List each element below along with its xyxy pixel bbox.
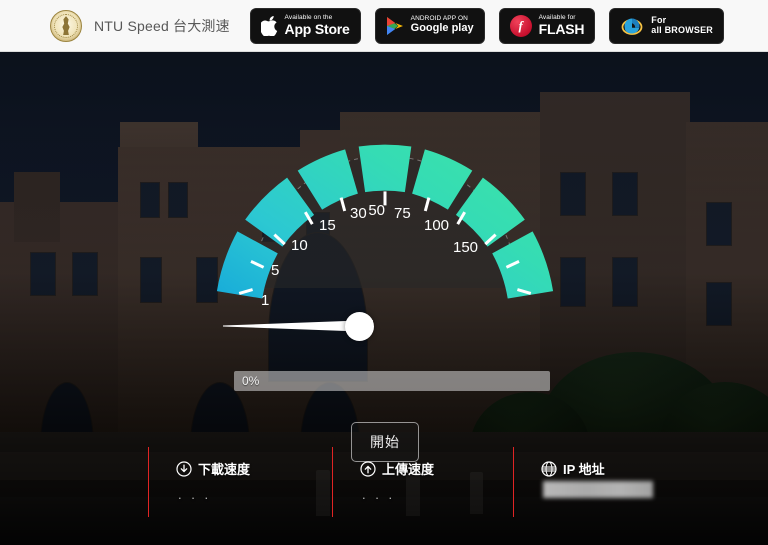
speed-gauge: 1 5 10 15 30 50 75 100 150 <box>195 70 575 330</box>
gauge-tick-label: 75 <box>394 205 411 222</box>
all-browser-line2: all BROWSER <box>651 24 713 35</box>
gauge-needle-hub <box>345 312 374 341</box>
all-browser-badge[interactable]: For all BROWSER <box>609 7 724 44</box>
gauge-tick-label: 30 <box>350 205 367 222</box>
apple-icon <box>260 15 278 36</box>
stat-divider <box>148 447 149 517</box>
download-speed-stat: 下載速度 . . . <box>148 445 332 545</box>
gauge-tick-label: 50 <box>368 202 385 219</box>
brand-title: NTU Speed 台大測速 <box>94 17 230 34</box>
google-play-big: Google play <box>410 22 474 35</box>
arrow-up-circle-icon <box>360 460 376 477</box>
app-store-big: App Store <box>284 20 350 37</box>
progress-bar: 0% <box>234 371 550 391</box>
brand[interactable]: NTU Speed 台大測速 <box>50 9 230 42</box>
stat-divider <box>332 447 333 517</box>
flash-badge[interactable]: f Available for FLASH <box>498 7 596 44</box>
gauge-tick-label: 150 <box>453 239 478 256</box>
gauge-tick-label: 100 <box>424 217 449 234</box>
google-play-text: ANDROID APP ON Google play <box>410 15 474 35</box>
ip-address-header: IP 地址 <box>541 459 605 478</box>
ip-address-stat: IP 地址 <box>513 445 768 545</box>
speedtest-stage: 1 5 10 15 30 50 75 100 150 0% 開始 下載速度 . … <box>0 52 768 545</box>
app-store-badge[interactable]: Available on the App Store <box>249 7 361 44</box>
download-speed-label: 下載速度 <box>198 462 251 477</box>
upload-speed-stat: 上傳速度 . . . <box>332 445 513 545</box>
ntu-emblem-icon <box>50 9 82 42</box>
stat-divider <box>513 447 514 517</box>
upload-speed-label: 上傳速度 <box>382 462 435 477</box>
all-browser-text: For all BROWSER <box>651 15 713 35</box>
ip-address-label: IP 地址 <box>563 462 605 477</box>
flash-big: FLASH <box>538 20 585 37</box>
download-speed-header: 下載速度 <box>176 459 250 478</box>
stats-row: 下載速度 . . . 上傳速度 . . . IP 地址 <box>0 445 768 545</box>
upload-speed-header: 上傳速度 <box>360 459 434 478</box>
gauge-svg: 1 5 10 15 30 50 75 100 150 <box>195 70 575 330</box>
gauge-tick-label: 10 <box>291 237 308 254</box>
upload-speed-value: . . . <box>362 487 396 502</box>
speedtest-page: NTU Speed 台大測速 Available on the App Stor… <box>0 0 768 545</box>
progress-percent-label: 0% <box>242 374 260 388</box>
store-badges: Available on the App Store ANDROID APP O… <box>249 7 724 44</box>
internet-explorer-icon <box>620 14 644 38</box>
flash-text: Available for FLASH <box>538 14 585 37</box>
google-play-badge[interactable]: ANDROID APP ON Google play <box>374 7 485 44</box>
gauge-tick-label: 5 <box>271 262 279 279</box>
gauge-tick-label: 1 <box>261 292 269 309</box>
globe-icon <box>541 460 557 477</box>
google-play-icon <box>386 16 404 36</box>
app-store-text: Available on the App Store <box>284 14 350 37</box>
site-header: NTU Speed 台大測速 Available on the App Stor… <box>0 0 768 52</box>
arrow-down-circle-icon <box>176 460 192 477</box>
ip-address-value-redacted <box>543 481 653 498</box>
download-speed-value: . . . <box>178 487 212 502</box>
flash-icon: f <box>509 14 532 37</box>
gauge-tick-label: 15 <box>319 217 336 234</box>
